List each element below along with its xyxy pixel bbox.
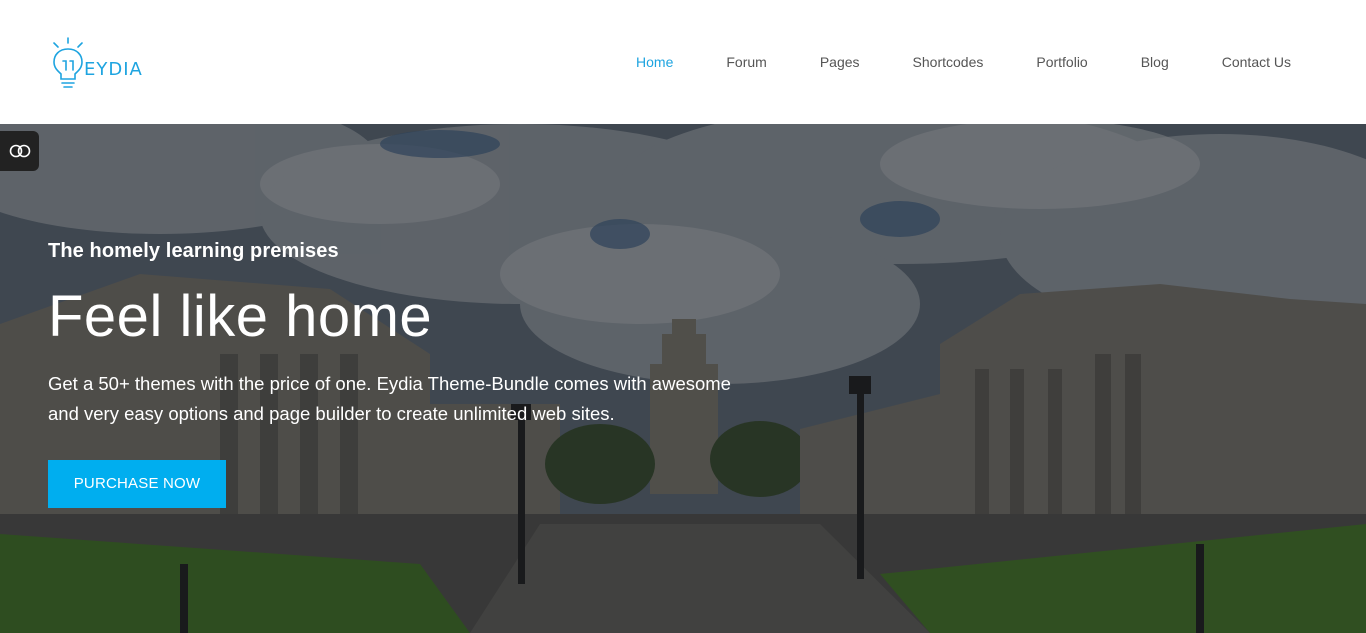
lightbulb-icon <box>53 37 83 88</box>
nav-item-blog[interactable]: Blog <box>1141 54 1169 70</box>
logo-text: EYDIA <box>84 58 143 80</box>
nav-item-forum[interactable]: Forum <box>726 54 766 70</box>
hero-subtitle: The homely learning premises <box>48 240 339 262</box>
hero-slider: The homely learning premises Feel like h… <box>0 124 1366 633</box>
hero-description: Get a 50+ themes with the price of one. … <box>48 373 731 424</box>
style-switcher-toggle[interactable] <box>0 131 39 171</box>
nav-item-pages[interactable]: Pages <box>820 54 860 70</box>
hero-content: The homely learning premises Feel like h… <box>48 240 808 508</box>
toggle-icon <box>9 144 30 158</box>
hero-title: Feel like home <box>48 284 433 349</box>
site-header: EYDIA Home Forum Pages Shortcodes Portfo… <box>0 0 1366 124</box>
logo[interactable]: EYDIA <box>46 34 146 94</box>
main-nav: Home Forum Pages Shortcodes Portfolio Bl… <box>583 0 1291 124</box>
purchase-now-button[interactable]: PURCHASE NOW <box>48 460 226 508</box>
nav-item-contact-us[interactable]: Contact Us <box>1222 54 1291 70</box>
nav-item-shortcodes[interactable]: Shortcodes <box>913 54 984 70</box>
nav-item-home[interactable]: Home <box>636 54 673 70</box>
nav-item-portfolio[interactable]: Portfolio <box>1036 54 1087 70</box>
